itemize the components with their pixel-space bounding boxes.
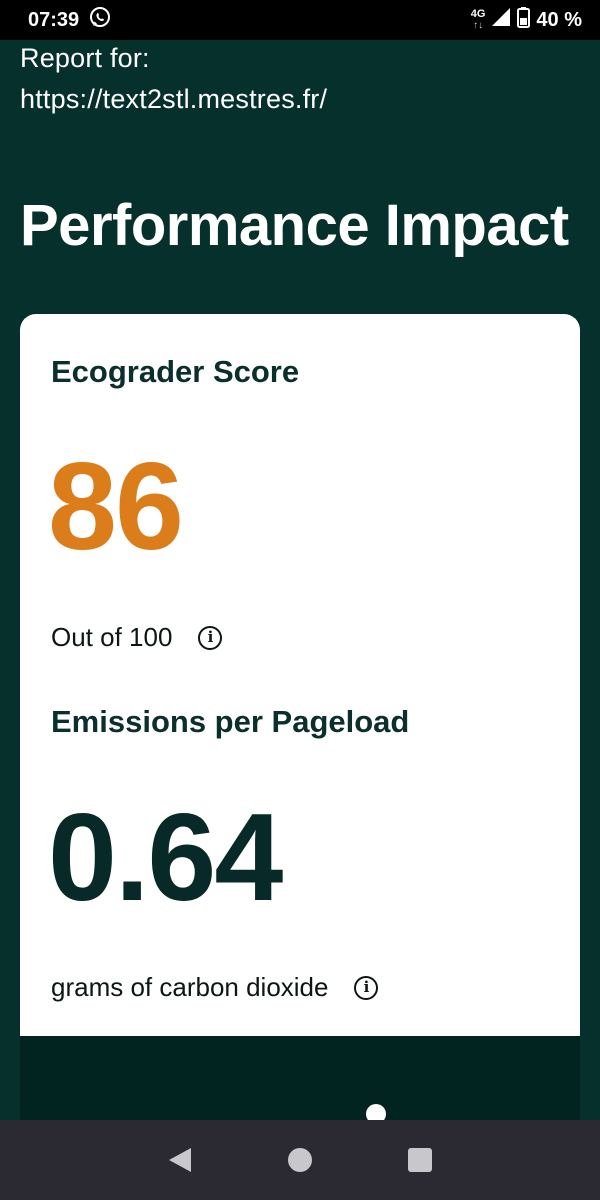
whatsapp-icon (89, 6, 111, 34)
recents-icon (408, 1148, 432, 1172)
score-caption: Out of 100 (51, 622, 173, 652)
network-indicator: 4G ↑↓ (470, 8, 486, 32)
back-button[interactable] (160, 1140, 200, 1180)
info-icon[interactable]: i (198, 625, 223, 650)
performance-card: Ecograder Score 86 Out of 100 i Emission… (20, 314, 580, 1074)
emissions-value: 0.64 (48, 789, 283, 927)
emissions-caption: grams of carbon dioxide (51, 972, 329, 1002)
home-icon (288, 1148, 312, 1172)
emissions-heading: Emissions per Pageload (51, 704, 410, 739)
back-icon (169, 1148, 191, 1172)
recents-button[interactable] (400, 1140, 440, 1180)
report-header: Report for: https://text2stl.mestres.fr/ (20, 38, 580, 120)
info-icon[interactable]: i (354, 975, 379, 1000)
signal-icon (491, 7, 511, 33)
score-heading: Ecograder Score (51, 354, 300, 389)
status-bar: 07:39 4G ↑↓ 40 % (0, 0, 600, 40)
navigation-bar (0, 1120, 600, 1200)
page-title: Performance Impact (20, 193, 569, 258)
score-value: 86 (48, 438, 184, 576)
carousel-section (20, 1036, 580, 1124)
status-time: 07:39 (28, 8, 80, 31)
report-url[interactable]: https://text2stl.mestres.fr/ (20, 79, 580, 120)
battery-percent: 40 % (536, 8, 582, 31)
home-button[interactable] (280, 1140, 320, 1180)
battery-icon (517, 6, 531, 34)
report-for-label: Report for: (20, 43, 150, 73)
score-caption-row: Out of 100 i (51, 622, 223, 653)
emissions-caption-row: grams of carbon dioxide i (51, 972, 379, 1003)
